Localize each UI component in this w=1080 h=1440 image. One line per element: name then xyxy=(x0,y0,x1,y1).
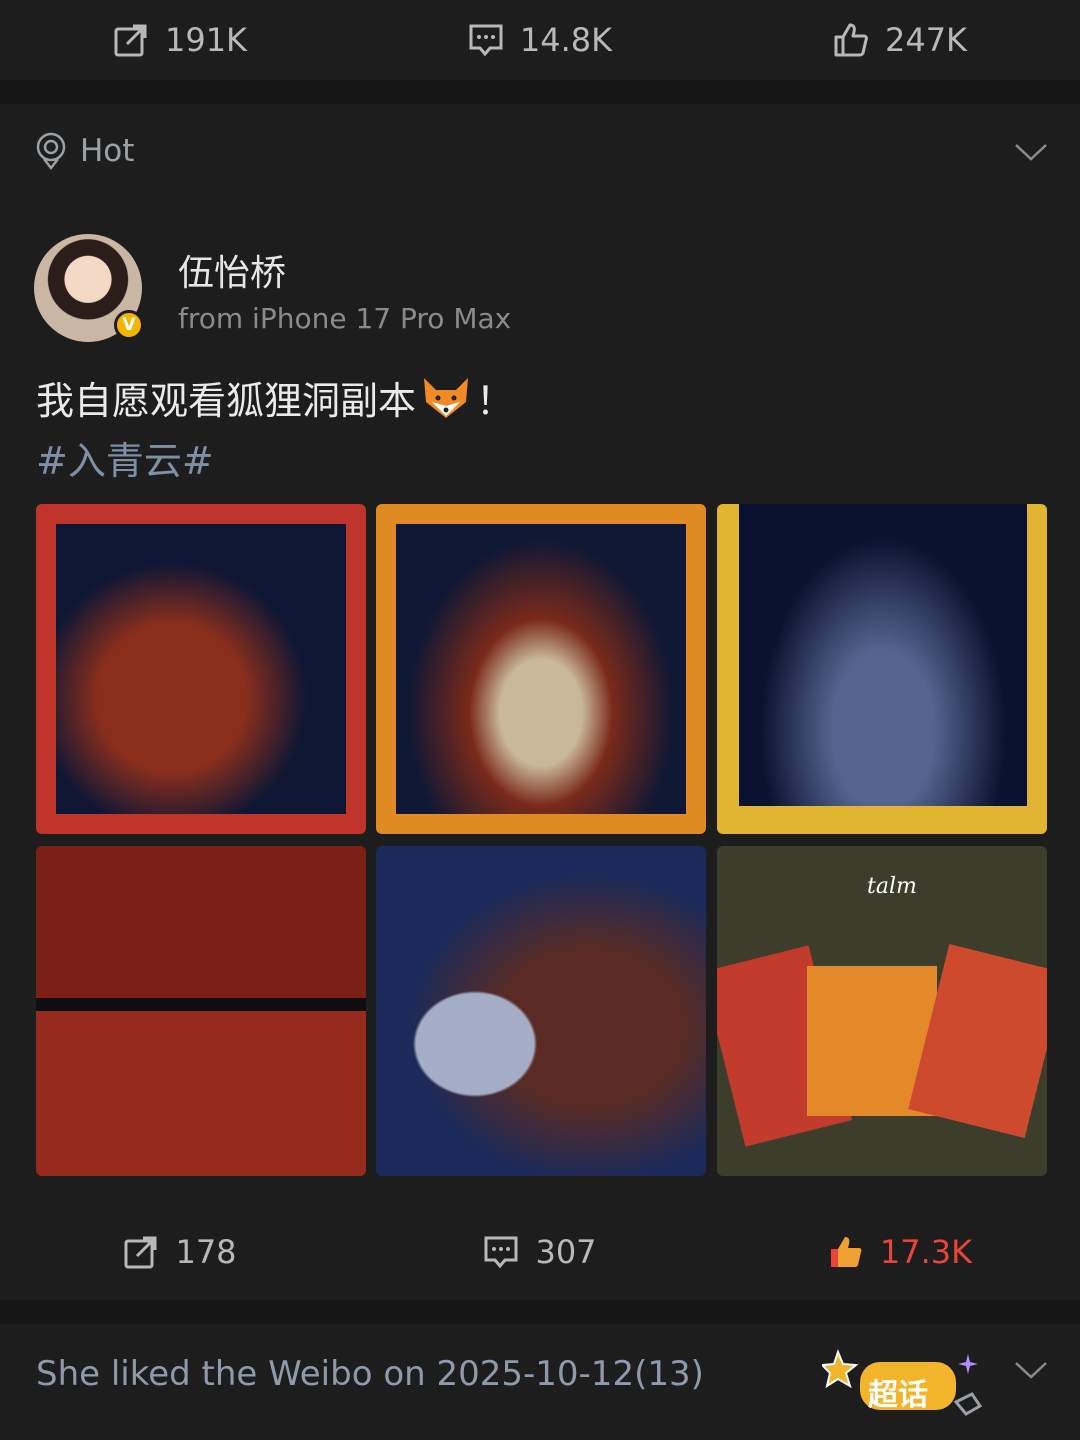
post-text-body: 我自愿观看狐狸洞副本 xyxy=(36,379,417,423)
top-repost-count: 191K xyxy=(164,21,248,59)
avatar[interactable]: V xyxy=(34,234,144,342)
top-repost-button[interactable]: 191K xyxy=(0,0,360,80)
liked-notice-text: She liked the Weibo on 2025-10-12(13) xyxy=(36,1354,704,1394)
user-name[interactable]: 伍怡桥 xyxy=(178,244,286,296)
repost-icon xyxy=(124,1236,157,1269)
repost-icon xyxy=(114,24,147,57)
like-count: 17.3K xyxy=(879,1233,973,1271)
liked-notice-bar: She liked the Weibo on 2025-10-12(13) 超话 xyxy=(0,1324,1080,1440)
post-action-bar: 178 307 17.3K xyxy=(0,1212,1080,1292)
post-card: Hot V 伍怡桥 from iPhone 17 Pro Max 我自愿观看狐狸… xyxy=(0,104,1080,1300)
super-topic-label: 超话 xyxy=(868,1378,928,1413)
top-like-button[interactable]: 247K xyxy=(720,0,1080,80)
top-comment-count: 14.8K xyxy=(519,21,613,59)
verified-badge: V xyxy=(114,310,144,340)
repost-count: 178 xyxy=(175,1233,237,1271)
hot-location-icon xyxy=(36,132,66,170)
top-comment-button[interactable]: 14.8K xyxy=(360,0,720,80)
comment-button[interactable]: 307 xyxy=(360,1212,720,1292)
top-like-count: 247K xyxy=(884,21,968,59)
photo-3[interactable] xyxy=(717,504,1047,834)
repost-button[interactable]: 178 xyxy=(0,1212,360,1292)
hot-section-header: Hot xyxy=(34,132,134,170)
photo-watermark: talm xyxy=(867,874,917,899)
thumbs-up-icon xyxy=(830,1237,862,1267)
thumbs-up-icon xyxy=(834,23,868,57)
photo-grid: talm xyxy=(36,504,1047,1176)
like-button[interactable]: 17.3K xyxy=(720,1212,1080,1292)
top-action-bar: 191K 14.8K 247K xyxy=(0,0,1080,80)
hot-label: Hot xyxy=(80,133,135,169)
fox-emoji-icon xyxy=(424,377,469,418)
photo-4[interactable] xyxy=(36,846,366,1176)
photo-1[interactable] xyxy=(36,504,366,834)
post-text: 我自愿观看狐狸洞副本 ！ xyxy=(36,370,514,425)
comment-icon xyxy=(469,24,503,57)
post-text-suffix: ！ xyxy=(476,379,515,423)
photo-6[interactable]: talm xyxy=(717,846,1047,1176)
comment-count: 307 xyxy=(535,1233,597,1271)
photo-5[interactable] xyxy=(376,846,706,1176)
super-topic-icon[interactable]: 超话 xyxy=(819,1346,992,1426)
chevron-down-icon[interactable] xyxy=(1014,1360,1048,1380)
post-source: from iPhone 17 Pro Max xyxy=(178,302,512,335)
photo-2[interactable] xyxy=(376,504,706,834)
hashtag-link[interactable]: #入青云# xyxy=(36,430,214,485)
comment-icon xyxy=(484,1236,518,1269)
chevron-down-icon[interactable] xyxy=(1014,142,1048,162)
